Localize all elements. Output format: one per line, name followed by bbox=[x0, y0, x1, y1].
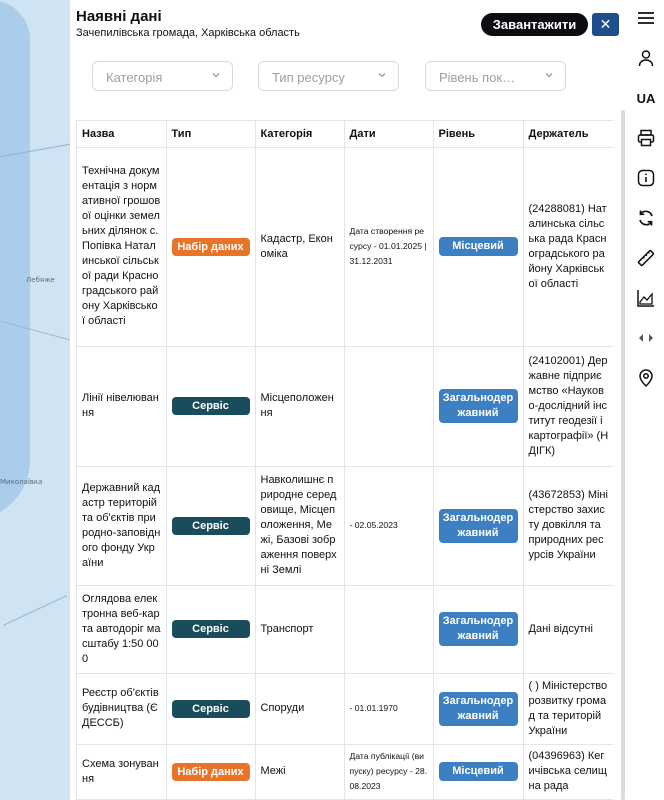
column-header-dates[interactable]: Дати bbox=[344, 121, 434, 148]
row-level-cell: Загальнодержавний bbox=[433, 346, 524, 467]
chevron-down-icon bbox=[378, 73, 386, 78]
level-badge: Місцевий bbox=[438, 237, 518, 256]
row-type-cell: Набір даних bbox=[166, 744, 256, 800]
row-dates: - 01.01.1970 bbox=[344, 673, 434, 745]
table-row[interactable]: Державний кадастр територій та об'єктів … bbox=[77, 466, 613, 586]
map-background[interactable]: Лебяже Миколаївка bbox=[0, 0, 70, 800]
close-button[interactable]: ✕ bbox=[592, 13, 619, 36]
type-badge: Сервіс bbox=[171, 699, 250, 718]
type-badge: Набір даних bbox=[171, 237, 250, 256]
resource-type-filter[interactable]: Тип ресурсу bbox=[258, 61, 399, 91]
coverage-level-filter-placeholder: Рівень пок… bbox=[439, 70, 516, 85]
ruler-icon[interactable] bbox=[634, 246, 658, 270]
language-switcher[interactable]: UA bbox=[634, 86, 658, 110]
row-level-cell: Загальнодержавний bbox=[433, 673, 524, 745]
row-dates: Дата публікації (випуску) ресурсу - 28.0… bbox=[344, 744, 434, 800]
column-header-holder[interactable]: Держатель bbox=[523, 121, 613, 148]
datasets-table: Назва Тип Категорія Дати Рівень Держател… bbox=[76, 120, 613, 800]
column-header-type[interactable]: Тип bbox=[166, 121, 256, 148]
map-road bbox=[3, 595, 67, 626]
level-badge: Місцевий bbox=[438, 762, 518, 781]
type-badge: Сервіс bbox=[171, 516, 250, 535]
row-level-cell: Загальнодержавний bbox=[433, 585, 524, 674]
map-place-label: Миколаївка bbox=[0, 478, 43, 486]
available-data-panel: Наявні дані Зачепилівська громада, Харкі… bbox=[70, 0, 628, 800]
row-name[interactable]: Лінії нівелювання bbox=[77, 346, 167, 467]
table-row[interactable]: Реєстр об'єктів будівництва (ЄДЕССБ) Сер… bbox=[77, 673, 613, 745]
row-category: Межі bbox=[255, 744, 345, 800]
row-category: Місцеположення bbox=[255, 346, 345, 467]
row-dates: Дата створення ресурсу - 01.01.2025 | 31… bbox=[344, 147, 434, 347]
column-header-name[interactable]: Назва bbox=[77, 121, 167, 148]
panel-title: Наявні дані bbox=[76, 8, 162, 25]
row-dates bbox=[344, 585, 434, 674]
row-name[interactable]: Державний кадастр територій та об'єктів … bbox=[77, 466, 167, 586]
row-category: Споруди bbox=[255, 673, 345, 745]
row-category: Кадастр, Економіка bbox=[255, 147, 345, 347]
type-badge: Сервіс bbox=[171, 620, 250, 638]
column-header-category[interactable]: Категорія bbox=[255, 121, 345, 148]
row-type-cell: Набір даних bbox=[166, 147, 256, 347]
row-name[interactable]: Технічна документація з нормативної грош… bbox=[77, 147, 167, 347]
row-name[interactable]: Реєстр об'єктів будівництва (ЄДЕССБ) bbox=[77, 673, 167, 745]
chart-area-icon[interactable] bbox=[634, 286, 658, 310]
row-type-cell: Сервіс bbox=[166, 585, 256, 674]
row-holder: (04396963) Кегичівська селищна рада bbox=[523, 744, 613, 800]
download-button[interactable]: Завантажити bbox=[481, 13, 588, 36]
coverage-level-filter[interactable]: Рівень пок… bbox=[425, 61, 566, 91]
row-type-cell: Сервіс bbox=[166, 673, 256, 745]
row-holder: (43672853) Міністерство захисту довкілля… bbox=[523, 466, 613, 586]
table-row[interactable]: Оглядова електронна веб-карта автодоріг … bbox=[77, 585, 613, 674]
chevron-down-icon bbox=[545, 73, 553, 78]
right-toolbar: UA bbox=[628, 0, 664, 800]
row-holder: (24288081) Наталинська сільська рада Кра… bbox=[523, 147, 613, 347]
print-icon[interactable] bbox=[634, 126, 658, 150]
row-holder: ( ) Міністерство розвитку громад та тери… bbox=[523, 673, 613, 745]
level-badge: Загальнодержавний bbox=[438, 389, 518, 423]
table-row[interactable]: Лінії нівелювання Сервіс Місцеположення … bbox=[77, 346, 613, 467]
row-dates bbox=[344, 346, 434, 467]
table-row[interactable]: Схема зонування Набір даних Межі Дата пу… bbox=[77, 744, 613, 800]
user-icon[interactable] bbox=[634, 46, 658, 70]
table-row[interactable]: Технічна документація з нормативної грош… bbox=[77, 147, 613, 347]
type-badge: Набір даних bbox=[171, 762, 250, 781]
compare-icon[interactable] bbox=[634, 326, 658, 350]
panel-subtitle: Зачепилівська громада, Харківська област… bbox=[76, 27, 300, 39]
row-dates: - 02.05.2023 bbox=[344, 466, 434, 586]
row-level-cell: Загальнодержавний bbox=[433, 466, 524, 586]
row-level-cell: Місцевий bbox=[433, 744, 524, 800]
resource-type-filter-placeholder: Тип ресурсу bbox=[272, 70, 345, 85]
row-category: Транспорт bbox=[255, 585, 345, 674]
column-header-level[interactable]: Рівень bbox=[433, 121, 524, 148]
location-pin-icon[interactable] bbox=[634, 366, 658, 390]
level-badge: Загальнодержавний bbox=[438, 508, 518, 543]
category-filter-placeholder: Категорія bbox=[106, 70, 163, 85]
info-icon[interactable] bbox=[634, 166, 658, 190]
row-type-cell: Сервіс bbox=[166, 346, 256, 467]
row-name[interactable]: Схема зонування bbox=[77, 744, 167, 800]
row-holder: (24102001) Державне підприємство «Науков… bbox=[523, 346, 613, 467]
row-holder: Дані відсутні bbox=[523, 585, 613, 674]
row-level-cell: Місцевий bbox=[433, 147, 524, 347]
chevron-down-icon bbox=[212, 73, 220, 78]
map-water bbox=[0, 0, 30, 520]
row-type-cell: Сервіс bbox=[166, 466, 256, 586]
table-header-row: Назва Тип Категорія Дати Рівень Держател… bbox=[77, 121, 613, 148]
level-badge: Загальнодержавний bbox=[438, 612, 518, 646]
panel-scrollbar[interactable] bbox=[621, 110, 625, 800]
type-badge: Сервіс bbox=[171, 397, 250, 415]
row-category: Навколишнє природне середовище, Місцепол… bbox=[255, 466, 345, 586]
map-place-label: Лебяже bbox=[26, 276, 55, 284]
row-name[interactable]: Оглядова електронна веб-карта автодоріг … bbox=[77, 585, 167, 674]
level-badge: Загальнодержавний bbox=[438, 691, 518, 726]
refresh-icon[interactable] bbox=[634, 206, 658, 230]
menu-icon[interactable] bbox=[634, 6, 658, 30]
category-filter[interactable]: Категорія bbox=[92, 61, 233, 91]
